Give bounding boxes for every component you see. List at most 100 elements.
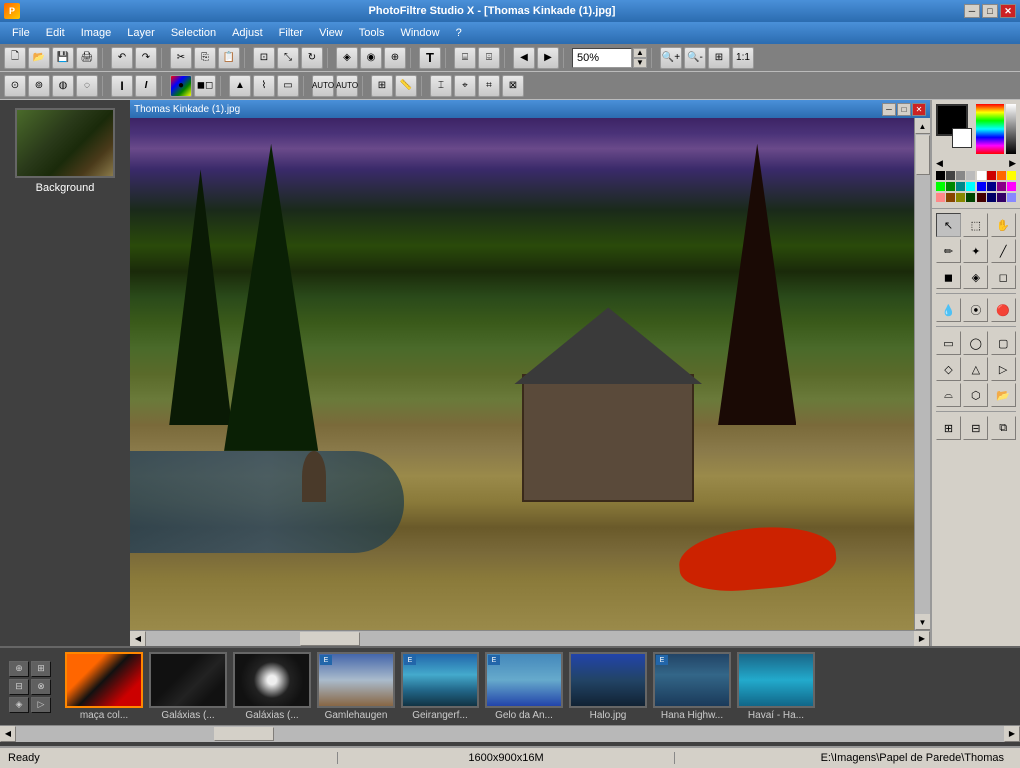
minimize-button[interactable]: ─ — [964, 4, 980, 18]
film-thumb-3[interactable]: E Gamlehaugen — [316, 652, 396, 721]
tb2-2[interactable]: ⊚ — [28, 75, 50, 97]
open-btn[interactable]: 📂 — [991, 383, 1016, 407]
stamp-tool-btn[interactable]: ◈ — [963, 265, 988, 289]
palette-teal[interactable] — [956, 182, 965, 191]
menu-tools[interactable]: Tools — [351, 25, 393, 41]
film-thumb-1[interactable]: Galáxias (... — [148, 652, 228, 721]
tb-filter3[interactable]: ⊕ — [384, 47, 406, 69]
palette-brown[interactable] — [946, 193, 955, 202]
tb2-frame[interactable]: ▭ — [277, 75, 299, 97]
color-spectrum[interactable] — [976, 104, 1004, 154]
tb-print[interactable]: 🖨 — [76, 47, 98, 69]
polygon-btn[interactable]: ⬡ — [963, 383, 988, 407]
grid-btn[interactable]: ⊞ — [936, 416, 961, 440]
magic-wand-btn[interactable]: ✦ — [963, 239, 988, 263]
menu-filter[interactable]: Filter — [271, 25, 311, 41]
tb-zoom-fit[interactable]: ⊞ — [708, 47, 730, 69]
tb-copy[interactable]: ⎘ — [194, 47, 216, 69]
palette-purple[interactable] — [997, 182, 1006, 191]
select-tool-btn[interactable]: ↖ — [936, 213, 961, 237]
film-thumb-6[interactable]: Halo.jpg — [568, 652, 648, 721]
tb-filter2[interactable]: ◉ — [360, 47, 382, 69]
triangle-btn[interactable]: △ — [963, 357, 988, 381]
transform-btn[interactable]: ⧉ — [991, 416, 1016, 440]
fs-btn-3[interactable]: ⊟ — [9, 679, 29, 695]
tb-cut[interactable]: ✂ — [170, 47, 192, 69]
tb-filter1[interactable]: ◈ — [336, 47, 358, 69]
tb-text[interactable]: T — [419, 47, 441, 69]
palette-black[interactable] — [936, 171, 945, 180]
vscroll-track[interactable] — [915, 134, 931, 614]
tb-undo[interactable]: ↶ — [111, 47, 133, 69]
menu-adjust[interactable]: Adjust — [224, 25, 271, 41]
menu-window[interactable]: Window — [392, 25, 447, 41]
tb2-misc2[interactable]: ⌖ — [454, 75, 476, 97]
palette-white[interactable] — [977, 171, 986, 180]
tb2-4[interactable]: ◌ — [76, 75, 98, 97]
tb2-smooth[interactable]: ⌇ — [253, 75, 275, 97]
tb-prev[interactable]: ◀ — [513, 47, 535, 69]
rounded-rect-btn[interactable]: ▢ — [991, 331, 1016, 355]
filmstrip-hscroll-track[interactable] — [16, 726, 1004, 742]
vscroll-down[interactable]: ▼ — [915, 614, 931, 630]
image-canvas[interactable] — [130, 118, 914, 630]
lasso-btn[interactable]: ⌓ — [936, 383, 961, 407]
menu-edit[interactable]: Edit — [38, 25, 73, 41]
menu-selection[interactable]: Selection — [163, 25, 224, 41]
vscroll-up[interactable]: ▲ — [915, 118, 931, 134]
palette-indigo[interactable] — [997, 193, 1006, 202]
palette-green[interactable] — [946, 182, 955, 191]
film-thumb-0[interactable]: maça col... — [64, 652, 144, 721]
palette-olive[interactable] — [956, 193, 965, 202]
tb2-ruler[interactable]: 📏 — [395, 75, 417, 97]
hscroll-track[interactable] — [146, 631, 914, 647]
tb-misc2[interactable]: ⌹ — [478, 47, 500, 69]
blur-tool-btn[interactable]: ⦿ — [963, 298, 988, 322]
hscroll-thumb[interactable] — [300, 632, 360, 646]
zoom-value[interactable]: 50% — [572, 48, 632, 68]
palette-darkblue[interactable] — [987, 193, 996, 202]
filmstrip-hscroll-right[interactable]: ▶ — [1004, 726, 1020, 742]
close-button[interactable]: ✕ — [1000, 4, 1016, 18]
menu-image[interactable]: Image — [73, 25, 120, 41]
tb-open[interactable]: 📂 — [28, 47, 50, 69]
inner-close[interactable]: ✕ — [912, 103, 926, 116]
palette-magenta[interactable] — [1007, 182, 1016, 191]
menu-layer[interactable]: Layer — [119, 25, 163, 41]
tb-rotate[interactable]: ↻ — [301, 47, 323, 69]
palette-silver[interactable] — [966, 171, 975, 180]
palette-pink[interactable] — [936, 193, 945, 202]
palette-navy[interactable] — [987, 182, 996, 191]
tb2-grid[interactable]: ⊞ — [371, 75, 393, 97]
filmstrip-scroll[interactable]: maça col... Galáxias (... — [60, 648, 1020, 725]
fs-btn-5[interactable]: ◈ — [9, 697, 29, 713]
tb-save[interactable]: 💾 — [52, 47, 74, 69]
vscroll-thumb[interactable] — [916, 135, 930, 175]
tb2-auto1[interactable]: AUTO — [312, 75, 334, 97]
background-color[interactable] — [952, 128, 972, 148]
pencil-tool-btn[interactable]: ✏ — [936, 239, 961, 263]
film-thumb-2[interactable]: Galáxias (... — [232, 652, 312, 721]
hscroll-left[interactable]: ◀ — [130, 631, 146, 647]
tb-zoom-out[interactable]: 🔍- — [684, 47, 706, 69]
fs-btn-4[interactable]: ⊗ — [31, 679, 51, 695]
film-thumb-8[interactable]: Havaí - Ha... — [736, 652, 816, 721]
tb-crop[interactable]: ⊡ — [253, 47, 275, 69]
menu-help[interactable]: ? — [448, 25, 470, 41]
palette-darkgray[interactable] — [946, 171, 955, 180]
move-tool-btn[interactable]: ⬚ — [963, 213, 988, 237]
fill-tool-btn[interactable]: ◼ — [936, 265, 961, 289]
palette-red[interactable] — [987, 171, 996, 180]
fs-btn-2[interactable]: ⊞ — [31, 661, 51, 677]
tb-redo[interactable]: ↷ — [135, 47, 157, 69]
palette-orange[interactable] — [997, 171, 1006, 180]
inner-minimize[interactable]: ─ — [882, 103, 896, 116]
hscroll-right[interactable]: ▶ — [914, 631, 930, 647]
color-left-arrow[interactable]: ◀ — [936, 158, 943, 169]
film-thumb-7[interactable]: E Hana Highw... — [652, 652, 732, 721]
tb2-misc3[interactable]: ⌗ — [478, 75, 500, 97]
menu-view[interactable]: View — [311, 25, 351, 41]
film-thumb-4[interactable]: E Geirangerf... — [400, 652, 480, 721]
inner-maximize[interactable]: □ — [897, 103, 911, 116]
zoom-down[interactable]: ▼ — [633, 58, 647, 68]
